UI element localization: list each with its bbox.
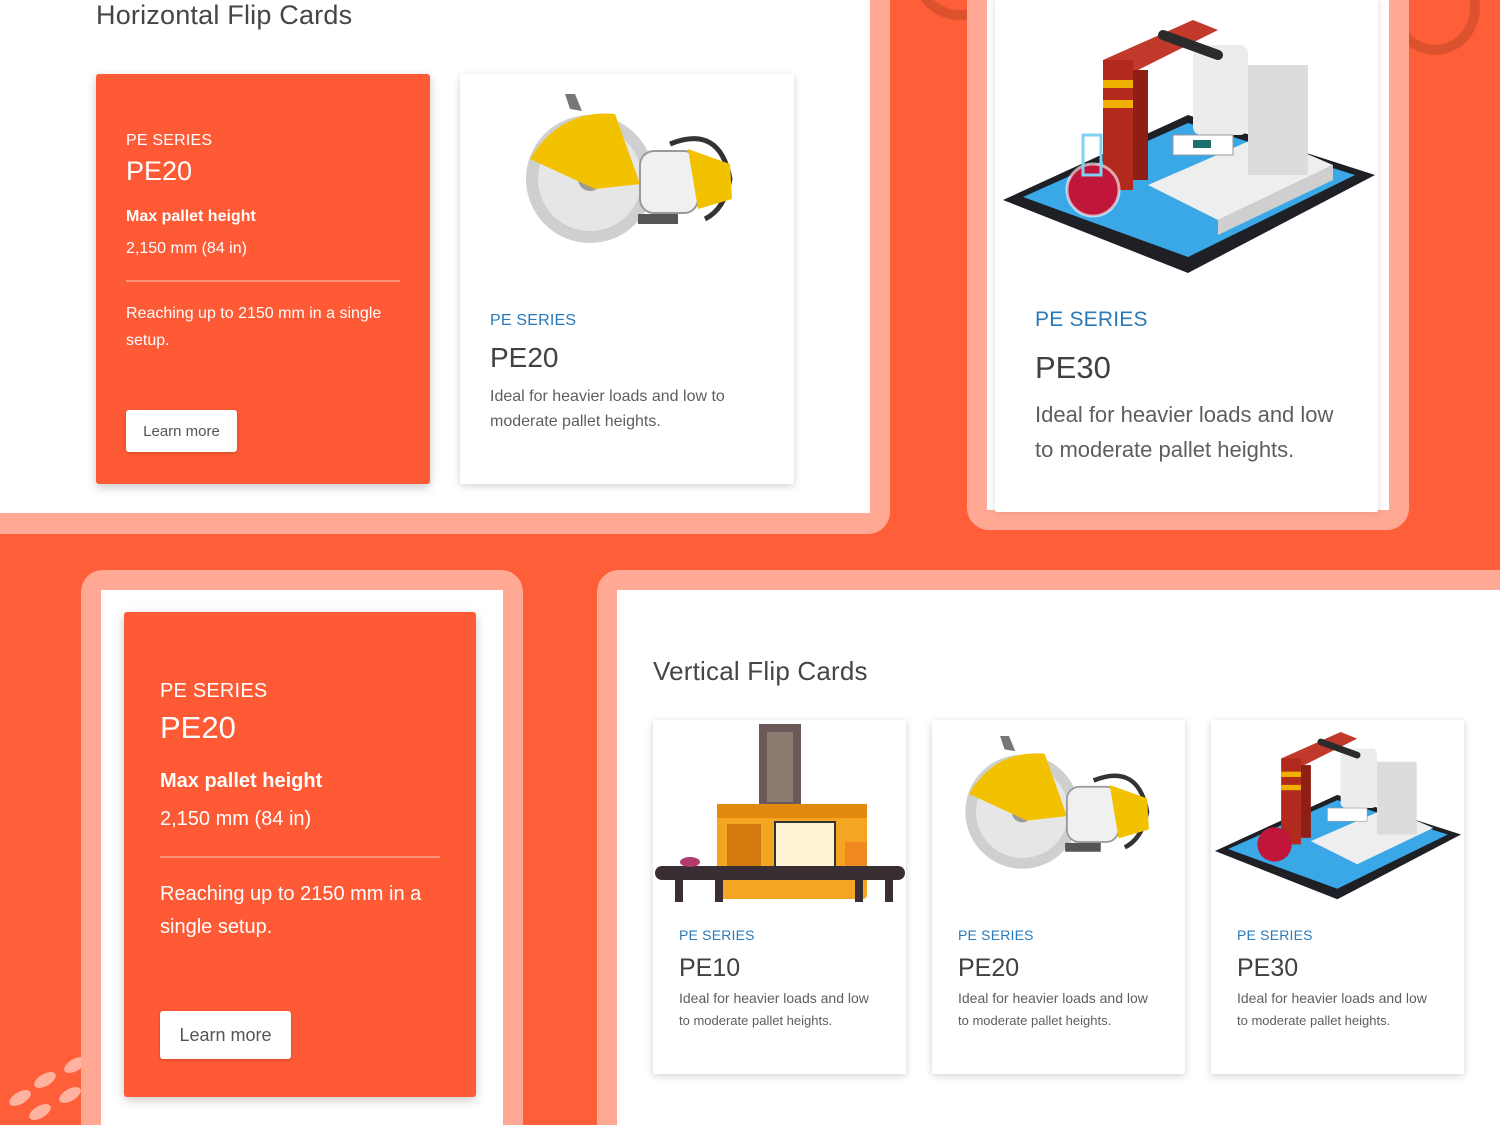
flip-card-front-pe30[interactable]: PE SERIES PE30 Ideal for heavier loads a… [995, 0, 1378, 512]
learn-more-button[interactable]: Learn more [126, 410, 237, 452]
microscope-tablet-icon [1215, 722, 1461, 904]
card-series-label: PE SERIES [1035, 308, 1148, 331]
horizontal-panel: Horizontal Flip Cards PE SERIES PE20 Max… [0, 0, 870, 513]
vertical-card-pe20[interactable]: PE SERIES PE20 Ideal for heavier loads a… [932, 720, 1185, 1074]
card-back-text: Reaching up to 2150 mm in a single setup… [160, 883, 422, 938]
card-description: Ideal for heavier loads and low [958, 990, 1148, 1006]
card-series-label: PE SERIES [160, 680, 268, 702]
card-series-label: PE SERIES [126, 132, 213, 149]
card-description: Ideal for heavier loads and low to moder… [490, 388, 725, 430]
card-divider [160, 856, 440, 858]
card-series-label: PE SERIES [490, 312, 577, 329]
section-title-vertical: Vertical Flip Cards [653, 656, 868, 686]
microscope-tablet-icon [1003, 5, 1375, 280]
flip-card-back-pe20: PE SERIES PE20 Max pallet height 2,150 m… [96, 74, 430, 484]
flip-card-back-pe20-zoom: PE SERIES PE20 Max pallet height 2,150 m… [124, 612, 476, 1097]
spec-value: 2,150 mm (84 in) [160, 808, 312, 830]
card-model-title: PE20 [126, 156, 193, 186]
card-model-title: PE20 [160, 710, 236, 745]
card-description-line2: to moderate pallet heights. [958, 1013, 1112, 1028]
section-title-horizontal: Horizontal Flip Cards [96, 0, 353, 30]
card-divider [126, 280, 400, 282]
card-description: Ideal for heavier loads and low to moder… [1035, 402, 1334, 462]
card-series-label: PE SERIES [958, 927, 1034, 943]
card-model-title: PE20 [958, 954, 1020, 982]
card-description-line2: to moderate pallet heights. [1237, 1013, 1391, 1028]
card-description: Ideal for heavier loads and low [679, 990, 869, 1006]
circular-saw-icon [960, 730, 1156, 880]
factory-machine-icon [655, 724, 905, 906]
vertical-card-pe30[interactable]: PE SERIES PE30 Ideal for heavier loads a… [1211, 720, 1464, 1074]
learn-more-button[interactable]: Learn more [160, 1011, 291, 1059]
card-model-title: PE10 [679, 954, 741, 982]
vertical-card-pe10[interactable]: PE SERIES PE10 Ideal for heavier loads a… [653, 720, 906, 1074]
card-description-line2: to moderate pallet heights. [679, 1013, 833, 1028]
card-model-title: PE30 [1237, 954, 1299, 982]
card-model-title: PE20 [490, 342, 559, 373]
card-model-title: PE30 [1035, 350, 1111, 385]
spec-label: Max pallet height [160, 770, 323, 792]
flip-card-front-pe20[interactable]: PE SERIES PE20 Ideal for heavier loads a… [460, 74, 794, 484]
card-back-text: Reaching up to 2150 mm in a single setup… [126, 305, 382, 349]
circular-saw-icon [520, 89, 740, 254]
card-series-label: PE SERIES [679, 927, 755, 943]
card-series-label: PE SERIES [1237, 927, 1313, 943]
spec-label: Max pallet height [126, 208, 256, 225]
spec-value: 2,150 mm (84 in) [126, 240, 247, 257]
card-description: Ideal for heavier loads and low [1237, 990, 1427, 1006]
